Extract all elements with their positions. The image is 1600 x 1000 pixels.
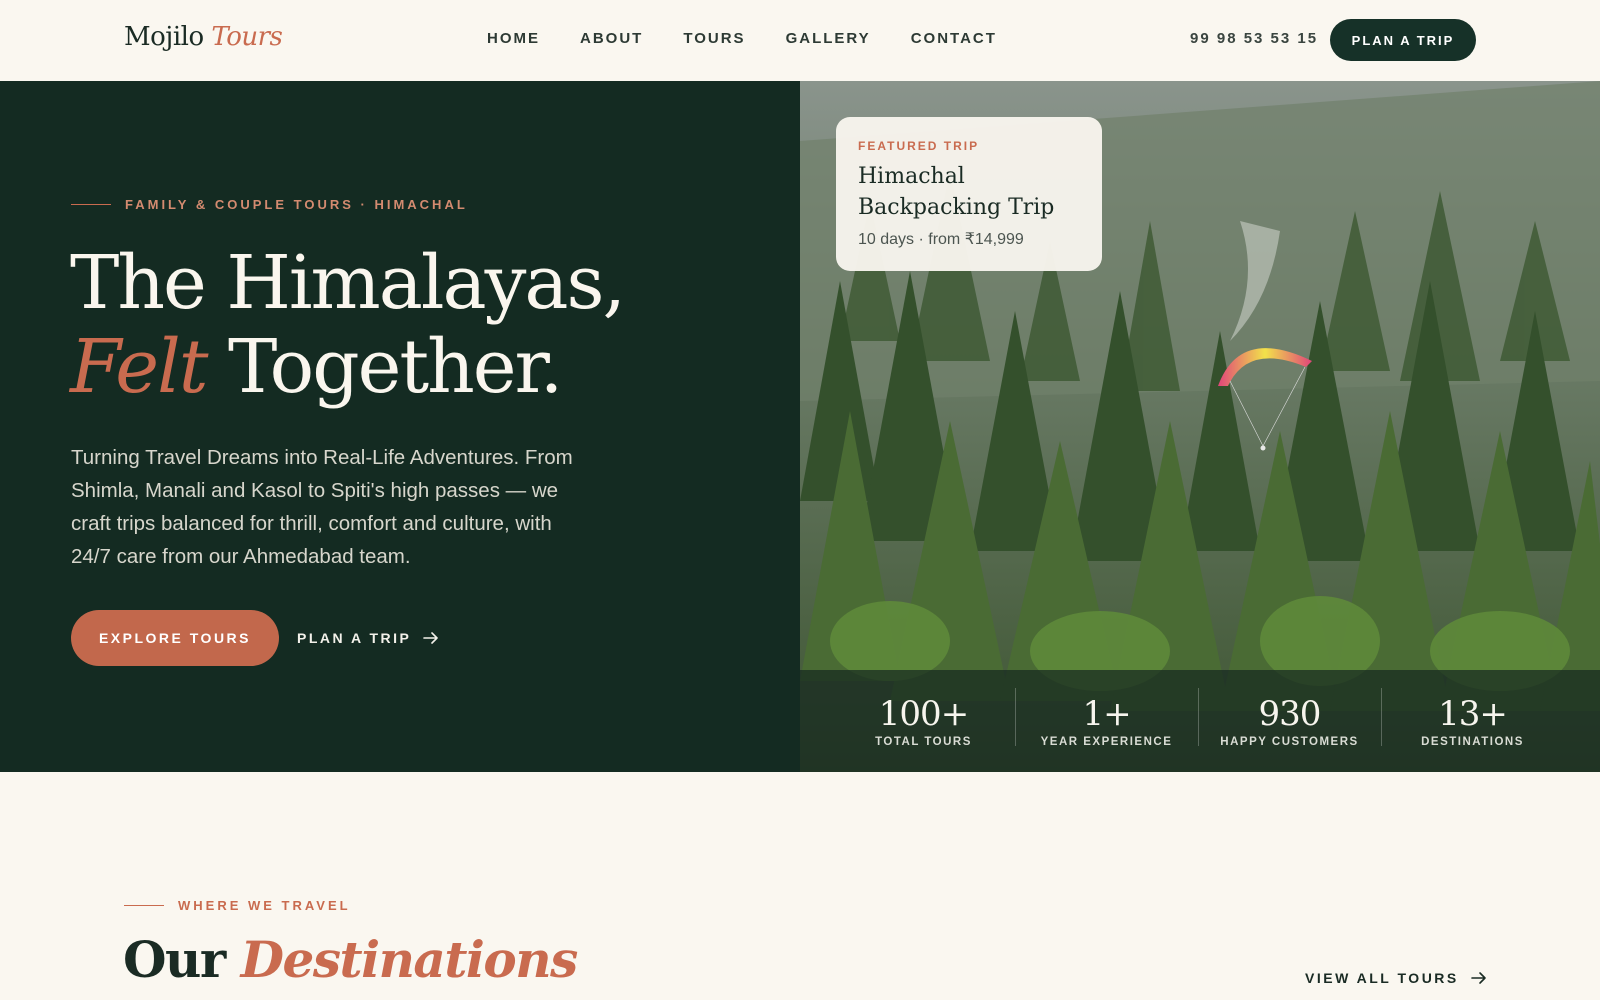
explore-tours-button[interactable]: EXPLORE TOURS bbox=[71, 610, 279, 666]
featured-tag: FEATURED TRIP bbox=[858, 139, 980, 153]
eyebrow-line bbox=[71, 204, 111, 205]
hero-lead: Turning Travel Dreams into Real-Life Adv… bbox=[71, 446, 573, 568]
stat-label: YEAR EXPERIENCE bbox=[1040, 736, 1173, 748]
nav-about[interactable]: ABOUT bbox=[580, 30, 643, 47]
arrow-right-icon bbox=[423, 632, 439, 644]
destinations-eyebrow-text: WHERE WE TRAVEL bbox=[178, 898, 351, 913]
logo-accent: Tours bbox=[211, 22, 283, 52]
view-all-tours-link[interactable]: VIEW ALL TOURS bbox=[1305, 970, 1487, 986]
stat-total-tours: 100+ TOTAL TOURS bbox=[832, 694, 1015, 748]
headline-line2: Together. bbox=[228, 324, 563, 410]
headline-accent: Felt bbox=[70, 324, 208, 410]
stats-bar: 100+ TOTAL TOURS 1+ YEAR EXPERIENCE 930 … bbox=[800, 670, 1600, 772]
main-nav: HOME ABOUT TOURS GALLERY CONTACT bbox=[487, 30, 1037, 47]
nav-contact[interactable]: CONTACT bbox=[911, 30, 997, 47]
stat-happy-customers: 930 HAPPY CUSTOMERS bbox=[1198, 688, 1381, 748]
phone-number[interactable]: 99 98 53 53 15 bbox=[1190, 30, 1318, 47]
nav-gallery[interactable]: GALLERY bbox=[786, 30, 871, 47]
site-header: Mojilo Tours HOME ABOUT TOURS GALLERY CO… bbox=[0, 0, 1600, 81]
stat-number: 930 bbox=[1258, 694, 1322, 734]
destinations-title-accent: Destinations bbox=[240, 930, 579, 989]
hero-headline: The Himalayas, Felt Together. bbox=[70, 240, 626, 410]
stat-number: 13+ bbox=[1438, 694, 1508, 734]
hero-text-panel: FAMILY & COUPLE TOURS · HIMACHAL The Him… bbox=[0, 81, 800, 772]
stat-label: TOTAL TOURS bbox=[875, 736, 972, 748]
stat-label: HAPPY CUSTOMERS bbox=[1220, 736, 1359, 748]
headline-line1: The Himalayas, bbox=[70, 240, 626, 326]
stat-destinations: 13+ DESTINATIONS bbox=[1381, 688, 1564, 748]
arrow-right-icon bbox=[1470, 972, 1486, 984]
featured-trip-card[interactable]: FEATURED TRIP Himachal Backpacking Trip … bbox=[836, 117, 1102, 271]
view-all-label: VIEW ALL TOURS bbox=[1305, 970, 1459, 986]
nav-tours[interactable]: TOURS bbox=[683, 30, 745, 47]
hero-image-panel: FEATURED TRIP Himachal Backpacking Trip … bbox=[800, 81, 1600, 772]
plan-trip-link-label: PLAN A TRIP bbox=[297, 630, 412, 646]
plan-trip-link[interactable]: PLAN A TRIP bbox=[297, 630, 439, 646]
stat-number: 100+ bbox=[878, 694, 969, 734]
destinations-title: Our Destinations bbox=[123, 930, 579, 989]
stat-number: 1+ bbox=[1082, 694, 1131, 734]
plan-trip-header-button[interactable]: PLAN A TRIP bbox=[1330, 19, 1476, 61]
featured-meta: 10 days · from ₹14,999 bbox=[858, 231, 1024, 248]
destinations-title-main: Our bbox=[123, 930, 226, 989]
stat-year-experience: 1+ YEAR EXPERIENCE bbox=[1015, 688, 1198, 748]
stat-label: DESTINATIONS bbox=[1421, 736, 1524, 748]
eyebrow-line bbox=[124, 905, 164, 906]
hero-eyebrow: FAMILY & COUPLE TOURS · HIMACHAL bbox=[71, 197, 468, 212]
hero-eyebrow-text: FAMILY & COUPLE TOURS · HIMACHAL bbox=[125, 197, 468, 212]
destinations-eyebrow: WHERE WE TRAVEL bbox=[124, 898, 351, 913]
nav-home[interactable]: HOME bbox=[487, 30, 540, 47]
featured-title: Himachal Backpacking Trip bbox=[858, 164, 1055, 220]
logo-main: Mojilo bbox=[124, 22, 204, 52]
logo[interactable]: Mojilo Tours bbox=[124, 22, 283, 52]
